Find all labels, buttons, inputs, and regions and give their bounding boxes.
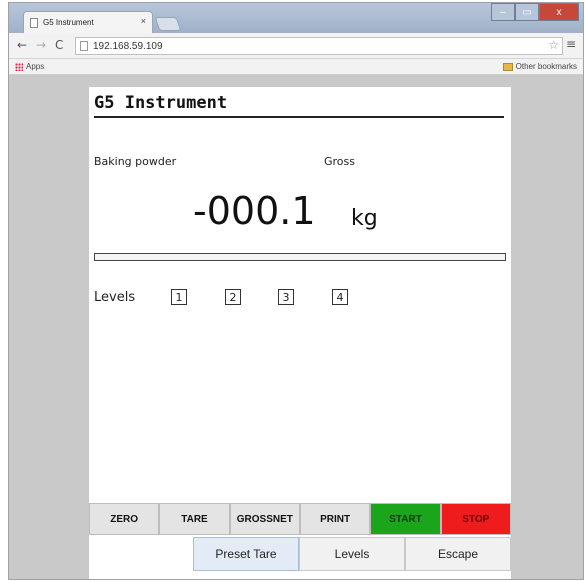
tab-title: G5 Instrument: [43, 18, 94, 27]
bookmark-star-icon[interactable]: ☆: [548, 38, 559, 52]
weight-readout: -000.1: [193, 189, 316, 233]
level-indicator-2: 2: [225, 289, 241, 305]
grossnet-button[interactable]: GROSSNET: [229, 503, 300, 535]
function-button-row: ZERO TARE GROSSNET PRINT START STOP: [89, 503, 511, 535]
other-bookmarks-label: Other bookmarks: [515, 62, 577, 71]
apps-label: Apps: [26, 62, 45, 71]
page-icon: [30, 17, 38, 28]
address-bar[interactable]: 192.168.59.109: [75, 37, 563, 55]
product-name: Baking powder: [94, 155, 177, 168]
folder-icon: [502, 62, 513, 71]
close-window-button[interactable]: x: [539, 3, 579, 21]
new-tab-button[interactable]: [154, 17, 182, 31]
level-indicator-1: 1: [171, 289, 187, 305]
tab-close-icon[interactable]: ×: [141, 16, 146, 26]
browser-window: G5 Instrument × – ▭ x ← → C 192.168.59.1…: [8, 2, 584, 580]
tab-strip: G5 Instrument × – ▭ x: [9, 3, 583, 33]
stop-button[interactable]: STOP: [440, 503, 511, 535]
other-bookmarks[interactable]: Other bookmarks: [502, 62, 577, 71]
page-title: G5 Instrument: [94, 93, 228, 113]
escape-button[interactable]: Escape: [405, 537, 511, 571]
apps-grid-icon: [15, 62, 23, 71]
reload-icon[interactable]: C: [55, 38, 63, 52]
zero-button[interactable]: ZERO: [89, 503, 160, 535]
level-indicator-4: 4: [332, 289, 348, 305]
forward-icon[interactable]: →: [36, 38, 46, 52]
maximize-button[interactable]: ▭: [515, 3, 539, 21]
minimize-button[interactable]: –: [491, 3, 515, 21]
browser-toolbar: ← → C 192.168.59.109 ☆ ≡: [9, 33, 583, 59]
back-icon[interactable]: ←: [17, 38, 27, 52]
preset-tare-button[interactable]: Preset Tare: [193, 537, 299, 571]
browser-tab[interactable]: G5 Instrument ×: [23, 11, 153, 33]
page-icon: [80, 41, 88, 51]
weight-bar: [94, 253, 506, 261]
levels-label: Levels: [94, 290, 136, 305]
tare-button[interactable]: TARE: [159, 503, 230, 535]
browser-menu-icon[interactable]: ≡: [566, 37, 576, 51]
weight-unit: kg: [351, 206, 378, 231]
title-divider: [94, 116, 504, 118]
weighing-mode: Gross: [324, 155, 355, 168]
level-indicator-3: 3: [278, 289, 294, 305]
instrument-panel: G5 Instrument Baking powder Gross -000.1…: [89, 87, 511, 579]
bookmarks-bar: Apps Other bookmarks: [9, 59, 583, 75]
levels-button[interactable]: Levels: [299, 537, 405, 571]
window-controls: – ▭ x: [491, 3, 579, 21]
softkey-row: Preset Tare Levels Escape: [193, 537, 511, 571]
url-text: 192.168.59.109: [93, 40, 163, 52]
apps-bookmark[interactable]: Apps: [15, 62, 44, 71]
print-button[interactable]: PRINT: [299, 503, 371, 535]
start-button[interactable]: START: [370, 503, 441, 535]
